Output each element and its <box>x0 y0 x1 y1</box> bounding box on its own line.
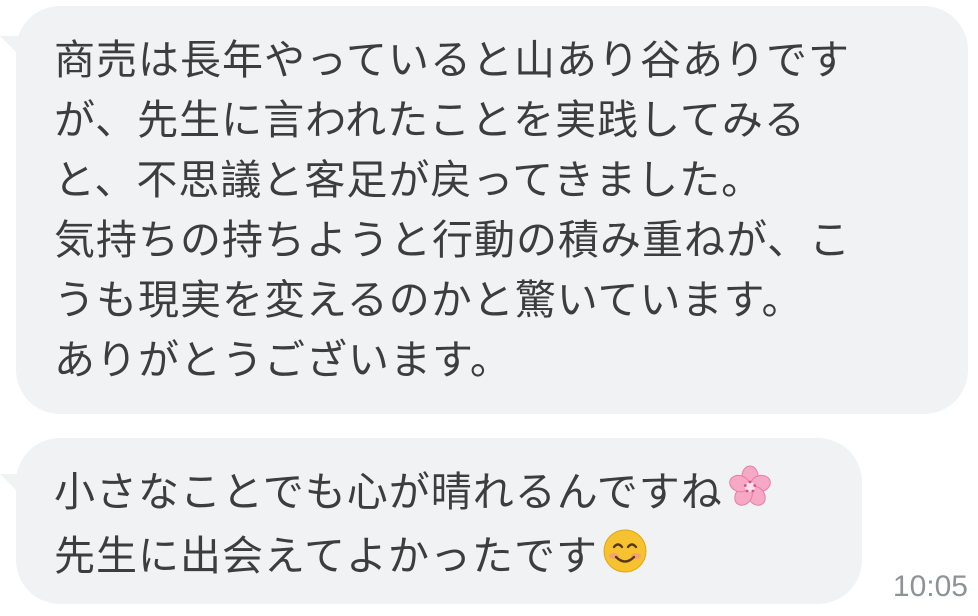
message-line: うも現実を変えるのかと驚いています。 <box>54 276 804 324</box>
message-line: が、先生に言われたことを実践してみる <box>54 96 806 144</box>
message-bubble-received[interactable]: 小さなことでも心が晴れるんですね 先生に出会えてよかったです <box>16 438 862 604</box>
smiling-face-emoji-icon <box>602 528 648 590</box>
message-text: 先生に出会えてよかったです <box>54 532 598 580</box>
chat-view: 商売は長年やっていると山あり谷ありです が、先生に言われたことを実践してみる と… <box>0 0 978 616</box>
message-line: と、不思議と客足が戻ってきました。 <box>54 156 764 204</box>
message-bubble-received[interactable]: 商売は長年やっていると山あり谷ありです が、先生に言われたことを実践してみる と… <box>16 6 968 414</box>
cherry-blossom-emoji-icon <box>727 464 773 526</box>
message-line: 商売は長年やっていると山あり谷ありです <box>54 36 850 84</box>
message-line: 気持ちの持ちようと行動の積み重ねが、こ <box>54 216 852 264</box>
message-line: ありがとうございます。 <box>54 336 512 384</box>
message-text: 小さなことでも心が晴れるんですね <box>54 468 723 516</box>
message-timestamp: 10:05 <box>892 570 968 603</box>
message-line: 先生に出会えてよかったです <box>54 526 832 590</box>
message-line: 小さなことでも心が晴れるんですね <box>54 462 832 526</box>
